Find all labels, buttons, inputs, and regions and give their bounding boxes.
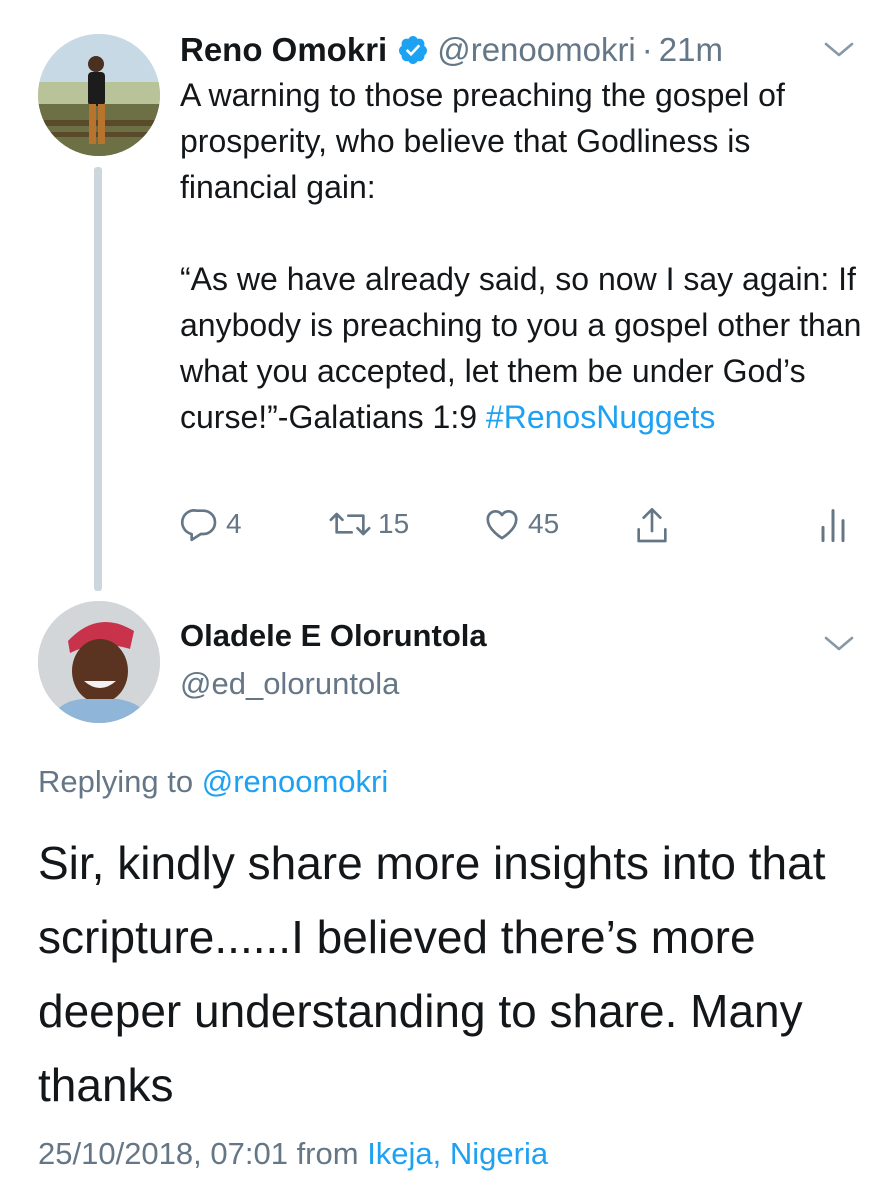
retweet-icon [329, 512, 371, 536]
author-name[interactable]: Reno Omokri [180, 31, 387, 69]
location-link[interactable]: Ikeja, Nigeria [367, 1136, 548, 1171]
reply-header: Oladele E Oloruntola @ed_oloruntola [180, 614, 487, 706]
avatar[interactable] [38, 601, 160, 723]
analytics-icon [821, 509, 845, 543]
author-handle[interactable]: @ed_oloruntola [180, 662, 487, 706]
reply-button[interactable]: 4 [180, 504, 242, 544]
like-count: 45 [528, 508, 560, 539]
avatar-photo-icon [38, 601, 160, 723]
share-icon [637, 508, 667, 543]
tweet-text: A warning to those preaching the gospel … [180, 72, 870, 440]
tweet-actions: 4 15 45 [180, 504, 850, 550]
retweet-count: 15 [378, 508, 410, 539]
tweet-time[interactable]: 21m [659, 31, 723, 69]
tweet-paragraph: “As we have already said, so now I say a… [180, 256, 870, 440]
time-separator: · [641, 31, 653, 68]
replying-to: Replying to @renoomokri [38, 764, 388, 800]
chevron-down-icon[interactable] [822, 632, 856, 654]
thread-connector [94, 167, 102, 591]
author-handle[interactable]: @renoomokri [437, 31, 636, 69]
hashtag-link[interactable]: #RenosNuggets [486, 399, 715, 435]
replying-mention-link[interactable]: @renoomokri [202, 764, 389, 799]
share-button[interactable] [632, 504, 672, 548]
timestamp-text: 25/10/2018, 07:01 from [38, 1136, 368, 1171]
reply-text: Sir, kindly share more insights into tha… [38, 837, 826, 1111]
avatar[interactable] [38, 34, 160, 156]
verified-badge-icon [397, 34, 429, 66]
tweet-paragraph: A warning to those preaching the gospel … [180, 77, 785, 205]
avatar-photo-icon [38, 34, 160, 156]
retweet-button[interactable]: 15 [328, 504, 409, 544]
chevron-down-icon[interactable] [822, 38, 856, 60]
like-icon [486, 510, 518, 540]
like-button[interactable]: 45 [482, 504, 559, 544]
analytics-button[interactable] [816, 504, 850, 544]
original-tweet[interactable]: Reno Omokri @renoomokri · 21m A warning … [0, 0, 888, 591]
author-name[interactable]: Oladele E Oloruntola [180, 614, 487, 658]
reply-icon [180, 509, 217, 542]
reply-timestamp: 25/10/2018, 07:01 from Ikeja, Nigeria [38, 1136, 548, 1172]
replying-prefix: Replying to [38, 764, 202, 799]
reply-count: 4 [226, 508, 242, 539]
tweet-header: Reno Omokri @renoomokri · 21m [180, 28, 723, 72]
